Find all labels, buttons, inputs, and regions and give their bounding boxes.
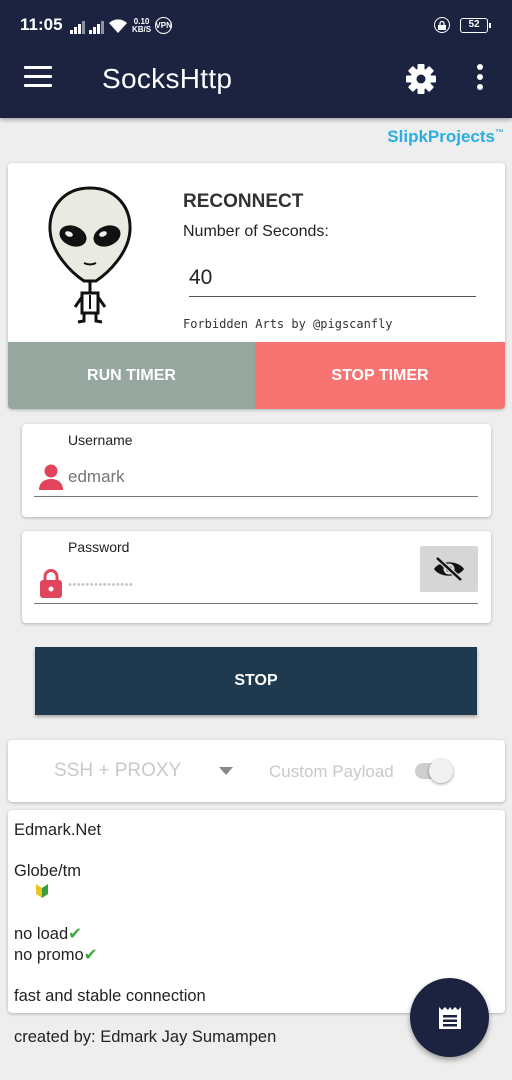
- check-icon: ✔: [68, 925, 82, 943]
- wifi-icon: [109, 19, 127, 33]
- beginner-badge-icon: [36, 884, 49, 898]
- alien-logo-icon: [48, 186, 132, 324]
- check-icon: ✔: [83, 946, 98, 964]
- status-right: 52: [434, 17, 491, 33]
- eye-off-icon[interactable]: [420, 546, 478, 592]
- reconnect-card: RECONNECT Number of Seconds: Forbidden A…: [8, 163, 505, 409]
- seconds-label: Number of Seconds:: [183, 223, 329, 240]
- trademark: ™: [495, 127, 504, 138]
- battery-icon: 52: [460, 17, 491, 33]
- status-bar: 11:05 0.10 KB/S VPN 52: [0, 0, 512, 40]
- toggle-knob[interactable]: [429, 759, 453, 783]
- log-fab-button[interactable]: [410, 978, 489, 1057]
- reconnect-title: RECONNECT: [183, 191, 304, 212]
- username-input[interactable]: [68, 464, 468, 490]
- brand-text: SlipkProjects: [387, 127, 495, 146]
- password-label: Password: [68, 539, 130, 555]
- note-text: no load: [14, 925, 69, 943]
- mode-dropdown[interactable]: SSH + PROXY: [54, 760, 181, 782]
- stop-timer-button[interactable]: STOP TIMER: [255, 342, 505, 409]
- custom-payload-label: Custom Payload: [269, 762, 394, 781]
- net-speed-unit: KB/S: [132, 25, 152, 34]
- more-vert-icon[interactable]: [470, 64, 490, 94]
- password-card: Password •••••••••••••••: [22, 531, 491, 623]
- status-indicators: 0.10 KB/S VPN: [70, 16, 173, 34]
- note-line: Globe/tm: [14, 861, 499, 924]
- credit-text: Forbidden Arts by @pigscanfly: [183, 317, 393, 331]
- password-input[interactable]: •••••••••••••••: [68, 574, 408, 600]
- gear-icon[interactable]: [404, 62, 438, 96]
- note-text: Globe/tm: [14, 862, 81, 880]
- username-underline: [34, 496, 478, 497]
- signal-icon: [89, 20, 104, 34]
- net-speed: 0.10 KB/S: [132, 18, 151, 34]
- note-line: no load✔: [14, 924, 499, 945]
- receipt-log-icon: [438, 1006, 461, 1029]
- lock-icon: [40, 569, 62, 598]
- dropdown-arrow-icon[interactable]: [219, 767, 233, 775]
- connect-stop-button[interactable]: STOP: [35, 647, 477, 715]
- username-label: Username: [68, 432, 133, 448]
- note-text: no promo: [14, 946, 84, 964]
- password-underline: [34, 603, 478, 604]
- note-line: no promo✔: [14, 945, 499, 966]
- brand-label: SlipkProjects™: [387, 127, 504, 147]
- username-card: Username: [22, 424, 491, 517]
- run-timer-button[interactable]: RUN TIMER: [8, 342, 255, 409]
- mode-card: SSH + PROXY Custom Payload: [8, 740, 505, 802]
- vpn-icon: VPN: [155, 17, 173, 34]
- seconds-input[interactable]: [189, 263, 476, 297]
- person-icon: [39, 464, 63, 490]
- note-line: Edmark.Net: [14, 821, 102, 839]
- app-title: SocksHttp: [102, 63, 233, 94]
- menu-icon[interactable]: [24, 66, 54, 92]
- rotation-lock-icon: [434, 17, 450, 33]
- app-bar: SocksHttp: [0, 40, 512, 118]
- status-time: 11:05: [20, 15, 63, 34]
- signal-icon: [70, 20, 85, 34]
